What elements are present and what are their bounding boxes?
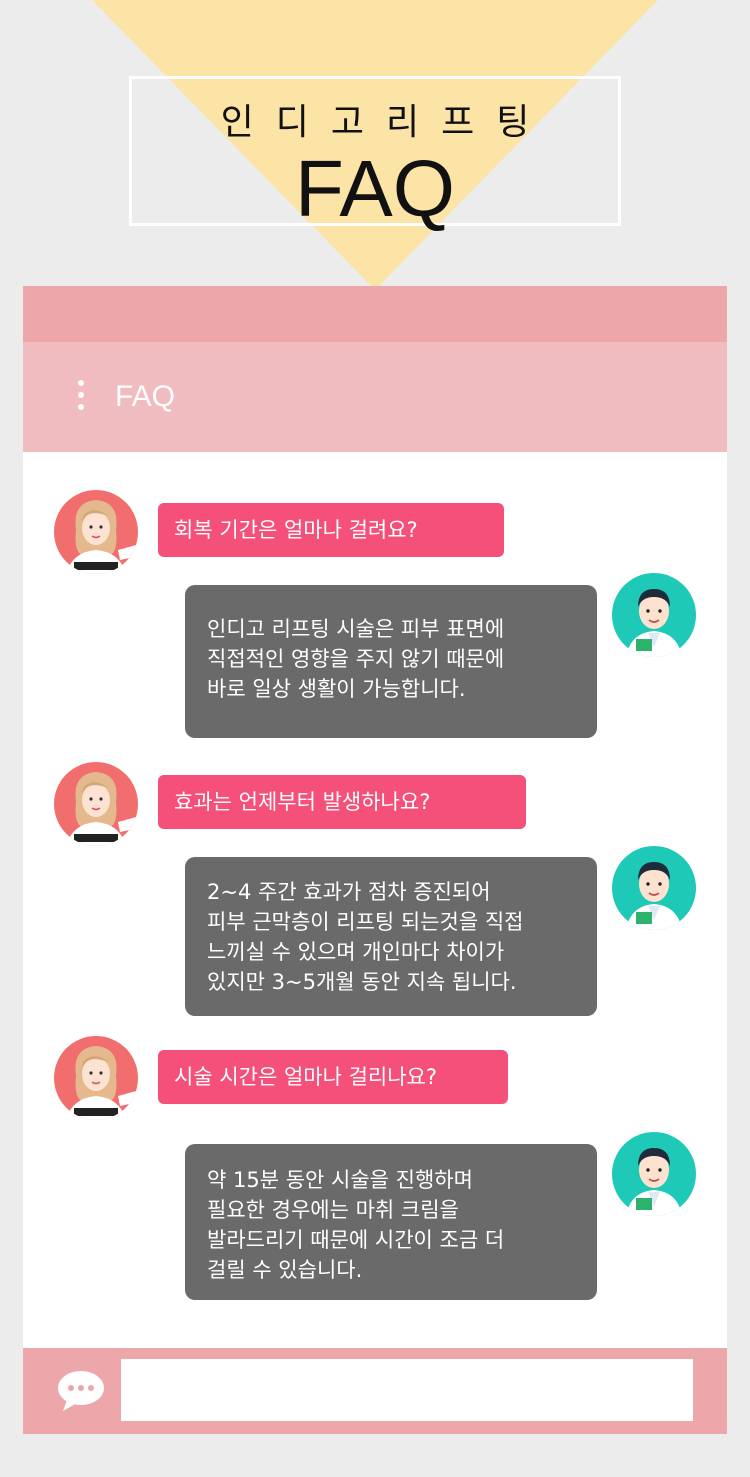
- chat-header: FAQ: [23, 342, 727, 452]
- chat-input-bar: [23, 1348, 727, 1434]
- message-input[interactable]: [121, 1359, 693, 1421]
- chat-title: FAQ: [115, 380, 176, 413]
- chat-window: FAQ 회복 기간은 얼마나 걸려요? 인디고 리프팅 시술은 피부 표면에 직…: [23, 286, 727, 1434]
- status-bar: [23, 286, 727, 342]
- doctor-avatar-icon: [612, 846, 696, 930]
- banner-title: FAQ: [294, 144, 456, 233]
- answer-bubble: 약 15분 동안 시술을 진행하며 필요한 경우에는 마취 크림을 발라드리기 …: [185, 1144, 597, 1300]
- answer-bubble: 인디고 리프팅 시술은 피부 표면에 직접적인 영향을 주지 않기 때문에 바로…: [185, 585, 597, 738]
- question-bubble: 효과는 언제부터 발생하나요?: [158, 775, 526, 829]
- woman-avatar-icon: [54, 1036, 138, 1120]
- vertical-dots-icon[interactable]: [78, 380, 86, 414]
- woman-avatar-icon: [54, 490, 138, 574]
- doctor-avatar-icon: [612, 573, 696, 657]
- speech-bubble-icon: [58, 1371, 104, 1411]
- doctor-avatar-icon: [612, 1132, 696, 1216]
- answer-bubble: 2~4 주간 효과가 점차 증진되어 피부 근막층이 리프팅 되는것을 직접 느…: [185, 857, 597, 1016]
- banner-subtitle: 인디고리프팅: [220, 102, 552, 143]
- question-bubble: 회복 기간은 얼마나 걸려요?: [158, 503, 504, 557]
- question-bubble: 시술 시간은 얼마나 걸리나요?: [158, 1050, 508, 1104]
- title-box: 인디고리프팅 FAQ: [129, 76, 621, 231]
- woman-avatar-icon: [54, 762, 138, 846]
